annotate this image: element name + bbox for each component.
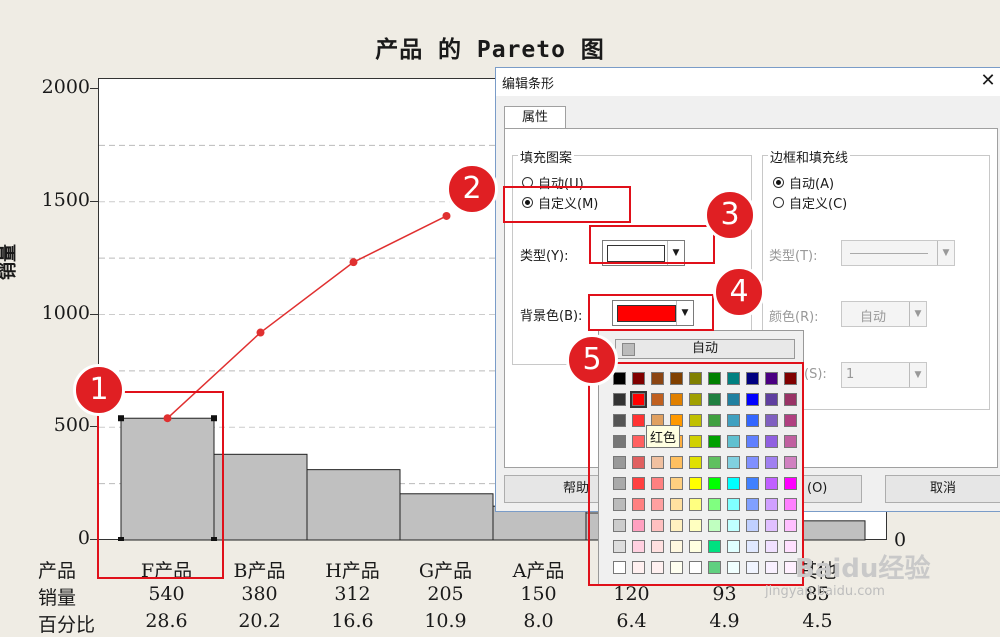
table-cell: 4.9 (709, 610, 740, 632)
watermark-brand: Baidu经验 (795, 554, 931, 584)
auto-swatch (622, 343, 635, 356)
fill-pattern-group-title: 填充图案 (518, 147, 575, 166)
chevron-down-icon[interactable]: ▼ (909, 363, 926, 387)
y-tick-label: 1000 (41, 301, 90, 324)
border-size-label: (S): (804, 367, 827, 382)
table-cell: 205 (427, 583, 464, 605)
bg-color-label: 背景色(B): (520, 309, 583, 324)
dialog-title: 编辑条形 (502, 77, 555, 92)
row-label-sales: 销量 (38, 587, 77, 609)
bar-2[interactable] (306, 469, 401, 541)
chart-title: 产品 的 Pareto 图 (375, 37, 605, 63)
cancel-button[interactable]: 取消 (885, 475, 1000, 503)
chevron-down-icon[interactable]: ▼ (909, 302, 926, 326)
table-cell: 10.9 (424, 610, 467, 632)
callout-box-3 (589, 225, 715, 264)
table-cell: 8.0 (523, 610, 554, 632)
table-cell: 6.4 (616, 610, 647, 632)
callout-box-1 (97, 391, 224, 579)
callout-box-4 (588, 294, 714, 331)
dialog-titlebar[interactable]: 编辑条形 ✕ (496, 68, 1000, 96)
table-cell: 380 (241, 583, 278, 605)
y-tick-label: 1500 (41, 188, 90, 211)
table-cell: 312 (334, 583, 371, 605)
table-cell: B产品 (233, 560, 286, 582)
row-label-product: 产品 (38, 560, 77, 582)
border-fill-group-title: 边框和填充线 (768, 147, 851, 166)
callout-badge-5: 5 (566, 334, 618, 386)
y-tick-label: 0 (77, 527, 90, 549)
border-type-line (850, 253, 928, 254)
fill-type-label: 类型(Y): (520, 249, 569, 264)
border-type-label: 类型(T): (769, 249, 818, 264)
palette-auto-label: 自动 (691, 341, 718, 356)
callout-box-5 (588, 362, 804, 586)
callout-badge-3: 3 (704, 189, 756, 241)
y-tick-label: 2000 (41, 76, 90, 98)
callout-box-2 (503, 186, 631, 223)
table-cell: G产品 (418, 560, 473, 582)
border-color-label: 颜色(R): (769, 310, 819, 325)
table-cell: 120 (613, 583, 650, 605)
callout-badge-2: 2 (446, 163, 498, 215)
close-icon[interactable]: ✕ (976, 69, 1000, 93)
border-color-value: 自动 (860, 310, 887, 325)
cumulative-line (166, 215, 447, 419)
cumulative-point-1 (256, 328, 265, 337)
y-tick-mark (90, 200, 98, 202)
table-cell: H产品 (325, 560, 380, 582)
watermark-url: jingyan.baidu.com (765, 584, 885, 599)
table-cell: 540 (148, 583, 185, 605)
table-cell: A产品 (512, 560, 565, 582)
border-type-select[interactable]: ▼ (841, 240, 955, 266)
border-custom-radio[interactable] (773, 197, 784, 208)
border-size-select[interactable]: 1 ▼ (841, 362, 927, 388)
chevron-down-icon[interactable]: ▼ (937, 241, 954, 265)
y-tick-mark (90, 313, 98, 315)
y-tick-mark (90, 88, 98, 89)
bar-1[interactable] (213, 453, 308, 541)
y-axis-label: 销量 (0, 244, 19, 280)
cumulative-point-3 (442, 211, 451, 220)
row-label-percent: 百分比 (38, 614, 96, 636)
border-custom-label[interactable]: 自定义(C) (789, 193, 847, 212)
border-color-select[interactable]: 自动 ▼ (841, 301, 927, 327)
border-size-value: 1 (846, 367, 855, 382)
palette-auto-button[interactable]: 自动 (615, 339, 795, 359)
table-cell: 93 (712, 583, 737, 605)
cumulative-point-2 (349, 258, 358, 267)
bar-3[interactable] (399, 493, 494, 541)
tab-properties[interactable]: 属性 (504, 106, 566, 129)
border-auto-radio[interactable] (773, 177, 784, 188)
table-cell: 150 (520, 583, 557, 605)
y-tick-label: 500 (53, 414, 90, 437)
border-auto-label[interactable]: 自动(A) (789, 173, 834, 192)
table-cell: 20.2 (238, 610, 281, 632)
callout-badge-1: 1 (73, 364, 125, 416)
table-cell: 16.6 (331, 610, 374, 632)
table-cell: 4.5 (802, 610, 833, 632)
table-cell: 28.6 (145, 610, 188, 632)
callout-badge-4: 4 (713, 266, 765, 318)
